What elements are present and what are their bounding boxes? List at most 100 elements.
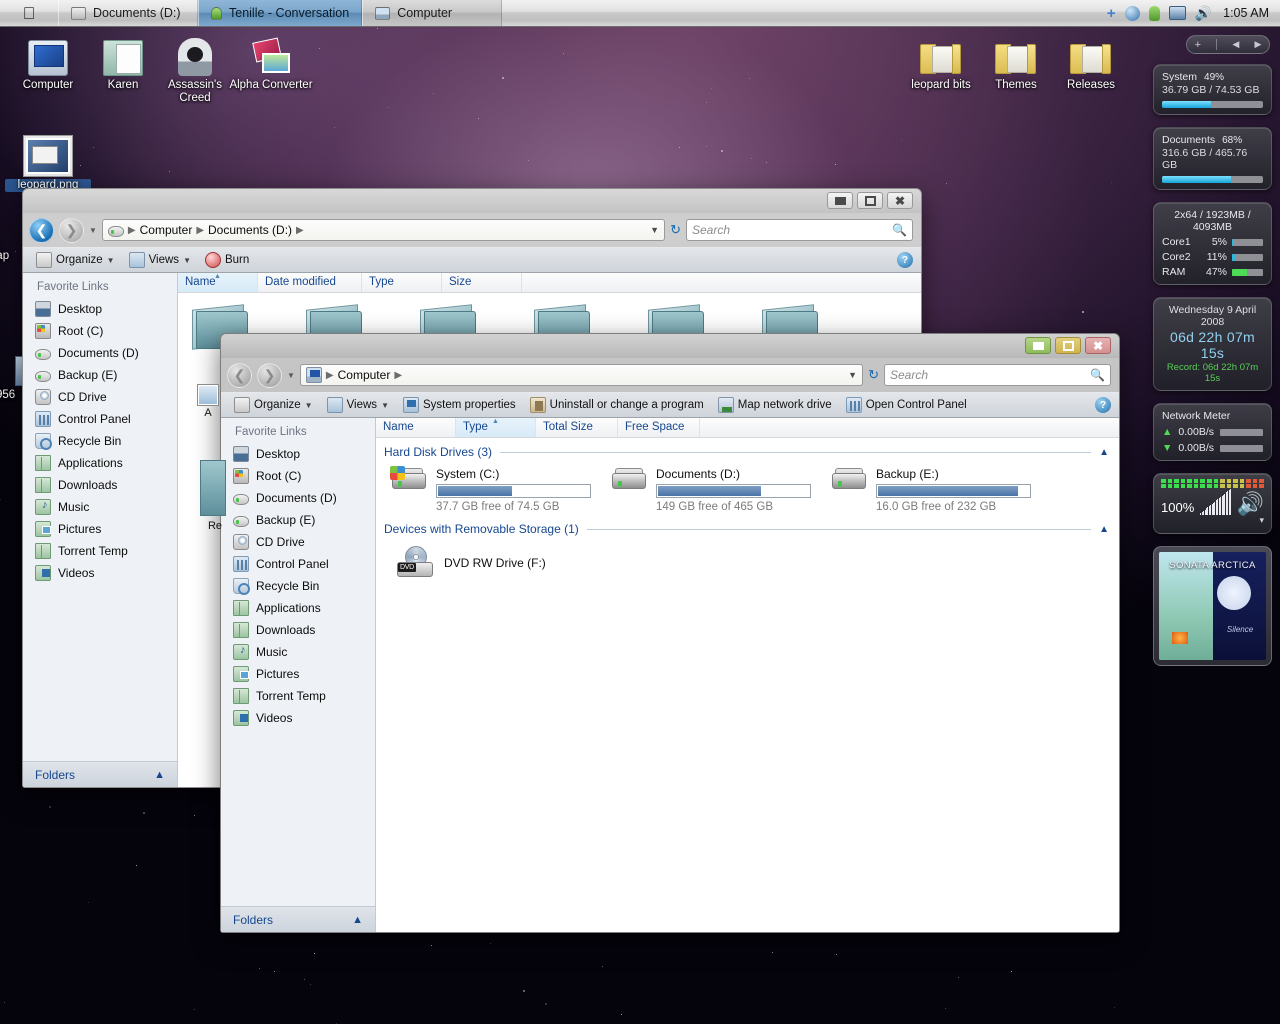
explorer-window-computer[interactable]: ✖ ❮ ❯ ▼ ▶ Computer ▶ ▼ ↻ Search 🔍 Organi… <box>220 333 1120 933</box>
sidebar-item-applications[interactable]: Applications <box>221 597 375 619</box>
folders-pane-toggle[interactable]: Folders ▲ <box>221 906 375 932</box>
gadget-volume[interactable]: 100% 🔊 ▾ <box>1153 473 1272 534</box>
sidebar-item-control-panel[interactable]: Control Panel <box>221 553 375 575</box>
group-header-hard-disk-drives[interactable]: Hard Disk Drives (3) ▲ <box>376 438 1119 461</box>
close-button[interactable]: ✖ <box>1085 337 1111 354</box>
column-size[interactable]: Size <box>442 273 522 292</box>
open-control-panel-button[interactable]: Open Control Panel <box>841 395 972 415</box>
sidebar-item-pictures[interactable]: Pictures <box>23 518 177 540</box>
search-box-computer[interactable]: Search 🔍 <box>884 364 1111 386</box>
chevron-up-icon[interactable]: ▲ <box>154 769 165 781</box>
sidebar-item-videos[interactable]: Videos <box>221 707 375 729</box>
sidebar-item-control-panel[interactable]: Control Panel <box>23 408 177 430</box>
chevron-down-icon[interactable]: ▼ <box>650 225 659 235</box>
group-header-removable-storage[interactable]: Devices with Removable Storage (1) ▲ <box>376 515 1119 538</box>
sidebar-item-desktop[interactable]: Desktop <box>221 443 375 465</box>
breadcrumb-computer[interactable]: Computer <box>140 223 193 237</box>
minimize-button[interactable] <box>827 192 853 209</box>
gadget-add-icon[interactable]: + <box>1195 39 1201 51</box>
sidebar-item-cd-drive[interactable]: CD Drive <box>23 386 177 408</box>
column-free-space[interactable]: Free Space <box>618 418 700 437</box>
address-bar-computer[interactable]: ▶ Computer ▶ ▼ <box>299 364 864 386</box>
sidebar-item-pictures[interactable]: Pictures <box>221 663 375 685</box>
uninstall-program-button[interactable]: Uninstall or change a program <box>525 395 709 415</box>
desktop-icon-themes[interactable]: Themes <box>973 30 1059 92</box>
search-input[interactable]: Search <box>692 223 892 237</box>
breadcrumb-computer[interactable]: Computer <box>338 368 391 382</box>
network-icon[interactable] <box>1168 6 1186 20</box>
gadget-prev-icon[interactable]: ◀ <box>1232 39 1239 50</box>
sidebar-item-backup-e-[interactable]: Backup (E) <box>221 509 375 531</box>
history-dropdown-icon[interactable]: ▼ <box>89 226 97 235</box>
taskbar-task-2[interactable]: Computer <box>362 0 503 26</box>
sidebar-item-backup-e-[interactable]: Backup (E) <box>23 364 177 386</box>
organize-button[interactable]: Organize ▼ <box>229 395 318 415</box>
forward-button[interactable]: ❯ <box>59 217 84 243</box>
sidebar-item-torrent-temp[interactable]: Torrent Temp <box>221 685 375 707</box>
sidebar-item-desktop[interactable]: Desktop <box>23 298 177 320</box>
sidebar-item-cd-drive[interactable]: CD Drive <box>221 531 375 553</box>
refresh-icon[interactable]: ↻ <box>868 367 879 383</box>
forward-button[interactable]: ❯ <box>257 362 282 388</box>
history-dropdown-icon[interactable]: ▼ <box>287 371 295 380</box>
desktop-icon-alpha-converter[interactable]: Alpha Converter <box>228 30 314 92</box>
organize-button[interactable]: Organize ▼ <box>31 250 120 270</box>
drive-item-0[interactable]: System (C:) 37.7 GB free of 74.5 GB <box>390 465 610 513</box>
desktop-icon-assassin-s-creed[interactable]: Assassin's Creed <box>152 30 238 105</box>
gadget-network-meter[interactable]: Network Meter ▲ 0.00B/s ▼ 0.00B/s <box>1153 403 1272 461</box>
drive-item-2[interactable]: Backup (E:) 16.0 GB free of 232 GB <box>830 465 1050 513</box>
sidebar-item-documents-d-[interactable]: Documents (D) <box>23 342 177 364</box>
sidebar-item-downloads[interactable]: Downloads <box>23 474 177 496</box>
chevron-up-icon[interactable]: ▲ <box>352 914 363 926</box>
column-type[interactable]: Type <box>362 273 442 292</box>
speaker-icon[interactable]: 🔊 <box>1237 493 1264 515</box>
gadget-cpu-meter[interactable]: 2x64 / 1923MB / 4093MB Core1 5% Core2 11% RA… <box>1153 202 1272 285</box>
sidebar-item-documents-d-[interactable]: Documents (D) <box>221 487 375 509</box>
map-network-drive-button[interactable]: Map network drive <box>713 395 837 415</box>
desktop-icon-computer[interactable]: Computer <box>5 30 91 92</box>
clock[interactable]: 1:05 AM <box>1221 6 1269 20</box>
sidebar-item-music[interactable]: Music <box>221 641 375 663</box>
gadget-next-icon[interactable]: ▶ <box>1254 39 1261 50</box>
desktop-icon-releases[interactable]: Releases <box>1048 30 1134 92</box>
address-bar-documents[interactable]: ▶ Computer ▶ Documents (D:) ▶ ▼ <box>101 219 666 241</box>
chevron-down-icon[interactable]: ▼ <box>381 401 389 410</box>
column-date-modified[interactable]: Date modified <box>258 273 362 292</box>
chevron-down-icon[interactable]: ▼ <box>107 256 115 265</box>
back-button[interactable]: ❮ <box>227 362 252 388</box>
itunes-icon[interactable] <box>1124 5 1140 21</box>
desktop-icon-leopard-bits[interactable]: leopard bits <box>898 30 984 92</box>
drive-item-1[interactable]: Documents (D:) 149 GB free of 465 GB <box>610 465 830 513</box>
gadget-disk-documents[interactable]: Documents 68% 316.6 GB / 465.76 GB <box>1153 127 1272 190</box>
chevron-down-icon[interactable]: ▼ <box>183 256 191 265</box>
search-box-documents[interactable]: Search 🔍 <box>686 219 913 241</box>
chevron-down-icon[interactable]: ▼ <box>848 370 857 380</box>
taskbar-task-1[interactable]: Tenille - Conversation <box>198 0 363 26</box>
refresh-icon[interactable]: ↻ <box>670 222 681 238</box>
chevron-down-icon[interactable]: ▾ <box>1161 515 1264 526</box>
column-name[interactable]: ▲ Name <box>178 273 258 292</box>
titlebar-computer[interactable]: ✖ <box>221 334 1119 358</box>
apple-logo-icon[interactable]:  <box>0 0 58 26</box>
minimize-button[interactable] <box>1025 337 1051 354</box>
chevron-up-icon[interactable]: ▲ <box>1099 524 1109 535</box>
sidebar-item-videos[interactable]: Videos <box>23 562 177 584</box>
taskbar-task-0[interactable]: Documents (D:) <box>58 0 198 26</box>
gadget-disk-system[interactable]: System 49% 36.79 GB / 74.53 GB <box>1153 64 1272 115</box>
folders-pane-toggle[interactable]: Folders ▲ <box>23 761 177 787</box>
back-button[interactable]: ❮ <box>29 217 54 243</box>
views-button[interactable]: Views ▼ <box>322 395 394 415</box>
volume-icon[interactable]: 🔊 <box>1195 6 1212 20</box>
sidebar-item-music[interactable]: Music <box>23 496 177 518</box>
breadcrumb-documents[interactable]: Documents (D:) <box>208 223 292 237</box>
occluded-file-icon-users[interactable]: A <box>196 384 220 419</box>
titlebar-documents[interactable]: ✖ <box>23 189 921 213</box>
maximize-button[interactable] <box>1055 337 1081 354</box>
help-button[interactable]: ? <box>1095 397 1111 413</box>
gadget-addbar[interactable]: + ◀ ▶ <box>1186 35 1270 54</box>
views-button[interactable]: Views ▼ <box>124 250 196 270</box>
help-button[interactable]: ? <box>897 252 913 268</box>
maximize-button[interactable] <box>857 192 883 209</box>
search-input[interactable]: Search <box>890 368 1090 382</box>
close-button[interactable]: ✖ <box>887 192 913 209</box>
